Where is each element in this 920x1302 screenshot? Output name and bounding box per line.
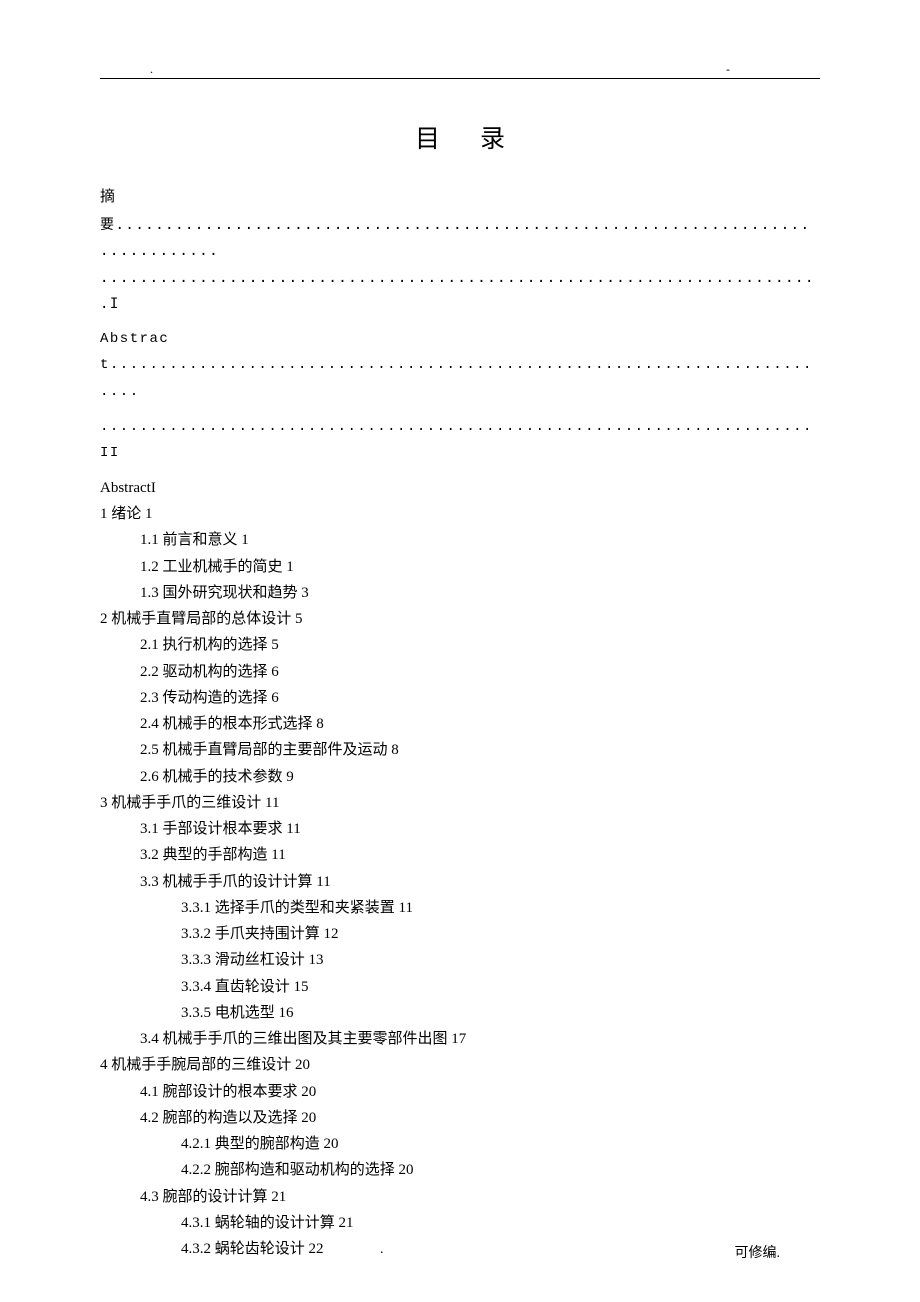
abstract-zh-dots-1: 要.......................................… [100, 212, 820, 265]
abstract-zh-dots-2: ........................................… [100, 265, 820, 318]
abstract-en-line-2: ........................................… [100, 414, 820, 467]
toc-entry: 1.2 工业机械手的简史 1 [140, 554, 820, 580]
toc-entry: 3.2 典型的手部构造 11 [140, 842, 820, 868]
toc-entry: 2 机械手直臂局部的总体设计 5 [100, 606, 820, 632]
toc-entry: 3.3.2 手爪夹持围计算 12 [181, 921, 820, 947]
toc-entry: 4.1 腕部设计的根本要求 20 [140, 1079, 820, 1105]
document-page: . - 目录 摘 要..............................… [0, 0, 920, 1302]
toc-entry: 1.1 前言和意义 1 [140, 527, 820, 553]
header-dash: - [726, 62, 730, 77]
page-title: 目录 [100, 119, 820, 155]
toc-entry: 3.3.1 选择手爪的类型和夹紧装置 11 [181, 895, 820, 921]
toc-entry: 2.5 机械手直臂局部的主要部件及运动 8 [140, 737, 820, 763]
toc-entry: 4.3 腕部的设计计算 21 [140, 1184, 820, 1210]
header-dot: . [150, 62, 153, 77]
toc-entry: 3.4 机械手手爪的三维出图及其主要零部件出图 17 [140, 1026, 820, 1052]
toc-entry: 2.2 驱动机构的选择 6 [140, 659, 820, 685]
toc-entry: 2.4 机械手的根本形式选择 8 [140, 711, 820, 737]
toc-entry: 3.3 机械手手爪的设计计算 11 [140, 869, 820, 895]
abstract-zh-label-1: 摘 [100, 183, 820, 212]
toc-entry: 3.3.5 电机选型 16 [181, 1000, 820, 1026]
toc-entry: 3.3.4 直齿轮设计 15 [181, 974, 820, 1000]
toc-entry: 4.2.2 腕部构造和驱动机构的选择 20 [181, 1157, 820, 1183]
toc-entry: 4.3.1 蜗轮轴的设计计算 21 [181, 1210, 820, 1236]
toc-entry: 2.6 机械手的技术参数 9 [140, 764, 820, 790]
toc-entry: AbstractI [100, 475, 820, 501]
toc-entry: 3.1 手部设计根本要求 11 [140, 816, 820, 842]
toc-entry: 4 机械手手腕局部的三维设计 20 [100, 1052, 820, 1078]
header-rule: . - [100, 70, 820, 79]
toc-entry: 4.3.2 蜗轮齿轮设计 22 [181, 1236, 820, 1262]
toc-entry: 4.2.1 典型的腕部构造 20 [181, 1131, 820, 1157]
toc-entry: 1.3 国外研究现状和趋势 3 [140, 580, 820, 606]
toc-entry: 3 机械手手爪的三维设计 11 [100, 790, 820, 816]
toc-entry: 3.3.3 滑动丝杠设计 13 [181, 947, 820, 973]
toc-entry: 4.2 腕部的构造以及选择 20 [140, 1105, 820, 1131]
abstract-en-line-1: Abstract................................… [100, 326, 820, 406]
toc-entry: 2.1 执行机构的选择 5 [140, 632, 820, 658]
toc-entry: 2.3 传动构造的选择 6 [140, 685, 820, 711]
content-area: 摘 要.....................................… [100, 183, 820, 1262]
toc-entry: 1 绪论 1 [100, 501, 820, 527]
footer-dot: . [380, 1242, 384, 1258]
toc-list: AbstractI1 绪论 11.1 前言和意义 11.2 工业机械手的简史 1… [100, 475, 820, 1263]
footer-text: 可修编. [735, 1242, 781, 1262]
